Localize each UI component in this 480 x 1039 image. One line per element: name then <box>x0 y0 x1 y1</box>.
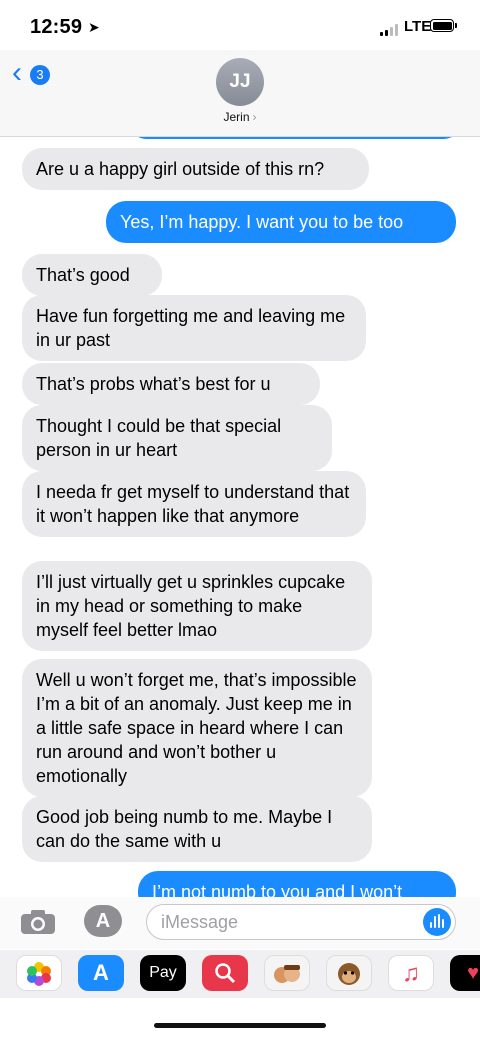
signal-icon <box>380 24 402 36</box>
location-icon: ➤ <box>88 19 100 35</box>
message-bubble[interactable]: Well u won’t forget me, that’s impossibl… <box>22 659 372 797</box>
appstore-icon[interactable]: A <box>78 955 124 991</box>
message-bubble[interactable]: Good job being numb to me. Maybe I can d… <box>22 796 372 862</box>
music-icon[interactable]: ♫ <box>388 955 434 991</box>
conversation-header: ‹ 3 JJ Jerin › <box>0 50 480 137</box>
message-field[interactable] <box>146 904 456 940</box>
message-input[interactable] <box>159 911 413 934</box>
contact-avatar[interactable]: JJ <box>216 58 264 106</box>
appstore-icon: A <box>95 910 111 932</box>
previous-message-bubble <box>130 137 460 139</box>
message-bubble[interactable]: I needa fr get myself to understand that… <box>22 471 366 537</box>
web-search-icon[interactable] <box>202 955 248 991</box>
back-button[interactable]: ‹ 3 <box>12 56 56 89</box>
message-bubble[interactable]: Are u a happy girl outside of this rn? <box>22 148 369 190</box>
message-bubble[interactable]: I’m not numb to you and I won’t <box>138 871 456 897</box>
message-bubble[interactable]: That’s probs what’s best for u <box>22 363 320 405</box>
contact-name-button[interactable]: Jerin › <box>0 110 480 124</box>
contact-name: Jerin <box>223 110 250 124</box>
chevron-left-icon: ‹ <box>12 56 22 89</box>
unread-badge: 3 <box>30 65 50 85</box>
apps-button[interactable]: A <box>84 905 122 937</box>
message-bubble[interactable]: I’ll just virtually get u sprinkles cupc… <box>22 561 372 651</box>
message-bubble[interactable]: Thought I could be that special person i… <box>22 405 332 471</box>
message-list[interactable]: Are u a happy girl outside of this rn? Y… <box>0 137 480 897</box>
photos-icon[interactable] <box>16 955 62 991</box>
digital-touch-icon[interactable]: ♥ <box>450 955 480 991</box>
audio-message-button[interactable] <box>423 908 451 936</box>
animoji-icon[interactable] <box>326 955 372 991</box>
chevron-right-icon: › <box>252 110 257 124</box>
applepay-icon[interactable]: Pay <box>140 955 186 991</box>
compose-bar: A <box>0 897 480 949</box>
home-indicator[interactable] <box>154 1023 326 1028</box>
message-bubble[interactable]: Yes, I’m happy. I want you to be too <box>106 201 456 243</box>
message-bubble[interactable]: That’s good <box>22 254 162 296</box>
status-bar: 12:59 ➤ LTE <box>0 0 480 56</box>
battery-icon <box>430 19 457 32</box>
clock: 12:59 <box>30 16 83 38</box>
app-drawer: A Pay ♫ ♥ <box>0 950 480 998</box>
message-bubble[interactable]: Have fun forgetting me and leaving me in… <box>22 295 366 361</box>
network-type: LTE <box>404 18 432 35</box>
camera-icon[interactable] <box>20 909 56 935</box>
memoji-icon[interactable] <box>264 955 310 991</box>
